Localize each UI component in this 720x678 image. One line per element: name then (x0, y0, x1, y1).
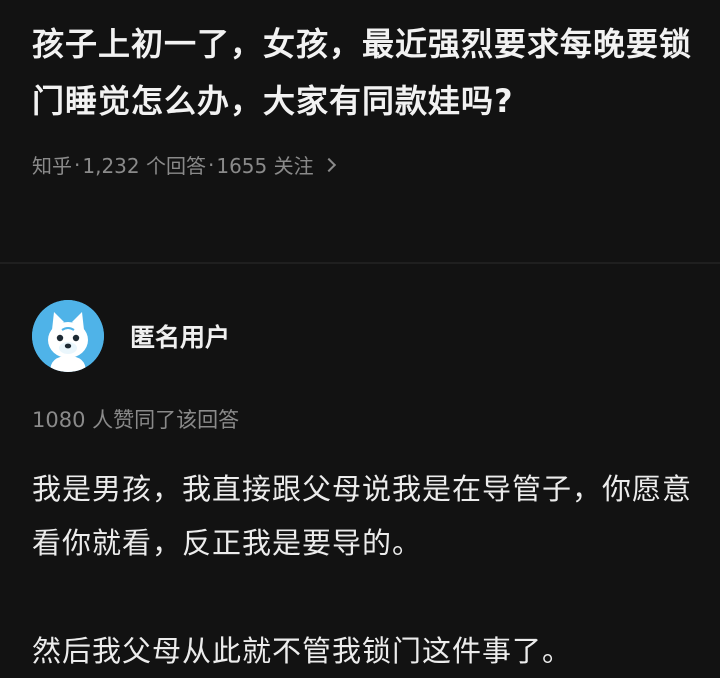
section-divider (0, 262, 720, 264)
likes-count: 1080 人赞同了该回答 (32, 408, 240, 432)
avatar[interactable] (32, 300, 104, 372)
meta-separator: · (207, 152, 215, 177)
source-label: 知乎 (32, 154, 72, 178)
question-title[interactable]: 孩子上初一了，女孩，最近强烈要求每晚要锁门睡觉怎么办，大家有同款娃吗? (32, 16, 692, 130)
question-meta[interactable]: 知乎 · 1,232 个回答 · 1655 关注 (32, 150, 692, 179)
followers-count: 1655 关注 (216, 154, 314, 178)
answer-author: 匿名用户 (32, 300, 230, 372)
answer-body: 我是男孩，我直接跟父母说我是在导管子，你愿意看你就看，反正我是要导的。 然后我父… (32, 462, 702, 678)
answer-paragraph: 我是男孩，我直接跟父母说我是在导管子，你愿意看你就看，反正我是要导的。 (32, 472, 693, 560)
answers-count: 1,232 个回答 (82, 154, 206, 178)
chevron-right-icon (321, 157, 336, 172)
question-header: 孩子上初一了，女孩，最近强烈要求每晚要锁门睡觉怎么办，大家有同款娃吗? 知乎 ·… (32, 16, 692, 179)
anonymous-mascot-icon (32, 300, 104, 372)
author-name[interactable]: 匿名用户 (130, 318, 230, 354)
answer-paragraph: 然后我父母从此就不管我锁门这件事了。 (32, 634, 573, 668)
meta-separator: · (74, 152, 81, 177)
